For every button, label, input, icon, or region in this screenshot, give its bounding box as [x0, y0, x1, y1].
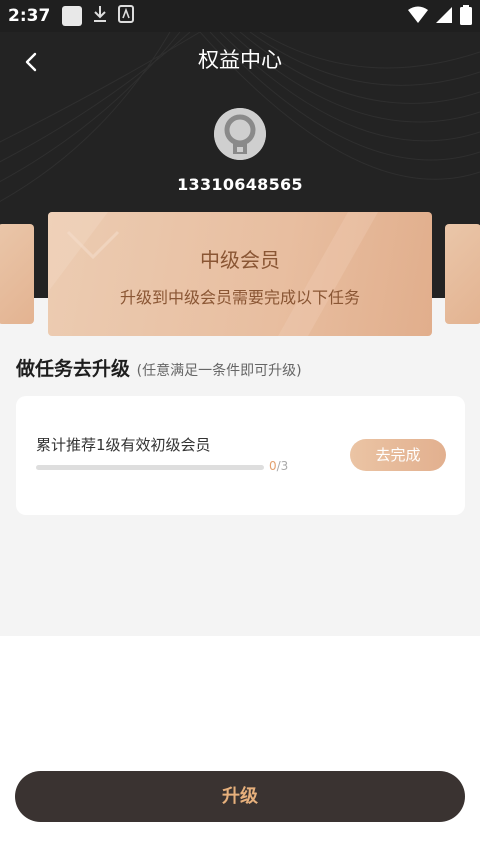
level-card-next[interactable]	[445, 224, 480, 324]
card-shine-decoration	[48, 212, 378, 336]
level-card[interactable]: 中级会员 升级到中级会员需要完成以下任务	[48, 212, 432, 336]
tasks-title: 做任务去升级	[16, 358, 131, 380]
tasks-subtitle: (任意满足一条件即可升级)	[136, 363, 302, 379]
status-bar: 2:37	[0, 0, 480, 32]
task-progress-bar	[36, 465, 264, 470]
complete-task-button[interactable]: 去完成	[350, 439, 446, 471]
download-icon	[92, 4, 108, 28]
user-phone: 13310648565	[177, 175, 303, 194]
status-right-icons	[408, 5, 472, 29]
status-time: 2:37	[8, 6, 51, 26]
level-card-prev[interactable]	[0, 224, 34, 324]
task-name: 累计推荐1级有效初级会员	[36, 436, 211, 454]
task-card: 累计推荐1级有效初级会员 0/3 去完成	[16, 396, 465, 515]
signal-icon	[436, 6, 452, 28]
page-title: 权益中心	[198, 48, 282, 72]
task-progress-text: 0/3	[269, 459, 288, 473]
level-description: 升级到中级会员需要完成以下任务	[119, 288, 360, 307]
app-a-icon	[118, 5, 135, 27]
wifi-icon	[408, 6, 428, 28]
avatar[interactable]	[214, 108, 266, 160]
tasks-section-title: 做任务去升级 (任意满足一条件即可升级)	[16, 354, 302, 381]
notification-square-icon	[62, 6, 83, 26]
default-avatar-icon	[214, 108, 266, 160]
upgrade-button[interactable]: 升级	[15, 771, 465, 822]
task-progress-current: 0	[269, 459, 277, 473]
level-name: 中级会员	[200, 248, 280, 272]
battery-icon	[460, 5, 472, 29]
task-progress-total: /3	[276, 459, 289, 473]
